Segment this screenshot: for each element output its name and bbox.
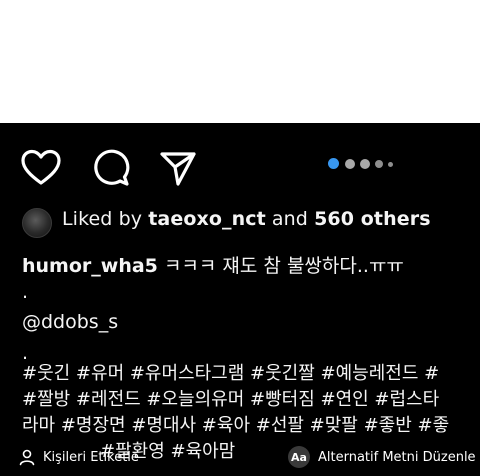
caption-username[interactable]: humor_wha5 bbox=[22, 255, 158, 277]
comment-icon[interactable] bbox=[90, 147, 132, 189]
likes-user[interactable]: taeoxo_nct bbox=[148, 208, 266, 230]
tag-people-button[interactable]: Kişileri Etiketle bbox=[18, 445, 139, 469]
carousel-dot bbox=[345, 159, 355, 169]
likes-others[interactable]: 560 others bbox=[314, 208, 431, 230]
caption-mention[interactable]: @ddobs_s bbox=[22, 311, 118, 333]
post-panel: Liked by taeoxo_nct and 560 others humor… bbox=[0, 123, 480, 476]
heart-icon[interactable] bbox=[20, 147, 62, 189]
liker-avatar[interactable] bbox=[22, 208, 52, 238]
likes-text[interactable]: Liked by taeoxo_nct and 560 others bbox=[62, 208, 431, 230]
person-tag-icon bbox=[19, 449, 35, 466]
hashtags-line[interactable]: 라마 #명장면 #명대사 #육아 #선팔 #맞팔 #좋반 #좋 bbox=[22, 413, 480, 439]
caption-dot-line: . bbox=[22, 281, 29, 303]
share-icon[interactable] bbox=[157, 147, 199, 189]
bottom-toolbar: Kişileri Etiketle Aa Alternatif Metni Dü… bbox=[0, 437, 480, 476]
likes-and: and bbox=[271, 208, 308, 230]
tag-people-label: Kişileri Etiketle bbox=[43, 449, 139, 465]
carousel-dot-active bbox=[328, 158, 339, 169]
carousel-dot bbox=[375, 160, 383, 168]
hashtags-line[interactable]: #웃긴 #유머 #유머스타그램 #웃긴짤 #예능레전드 # bbox=[22, 361, 480, 387]
edit-alt-text-label: Alternatif Metni Düzenle bbox=[318, 449, 476, 465]
likes-prefix: Liked by bbox=[62, 208, 143, 230]
edit-alt-text-button[interactable]: Aa Alternatif Metni Düzenle bbox=[288, 445, 476, 469]
hashtags-line[interactable]: #짤방 #레전드 #오늘의유머 #빵터짐 #연인 #럽스타 bbox=[22, 387, 480, 413]
likes-row: Liked by taeoxo_nct and 560 others bbox=[0, 204, 480, 240]
top-blank-area bbox=[0, 0, 480, 123]
caption-text: ㅋㅋㅋ 쟤도 참 불쌍하다..ㅠㅠ bbox=[163, 255, 404, 277]
carousel-dot bbox=[388, 162, 393, 167]
alt-text-icon: Aa bbox=[288, 446, 310, 468]
action-bar bbox=[0, 123, 480, 207]
carousel-dot bbox=[360, 159, 370, 169]
caption-line: humor_wha5 ㅋㅋㅋ 쟤도 참 불쌍하다..ㅠㅠ bbox=[22, 251, 404, 278]
